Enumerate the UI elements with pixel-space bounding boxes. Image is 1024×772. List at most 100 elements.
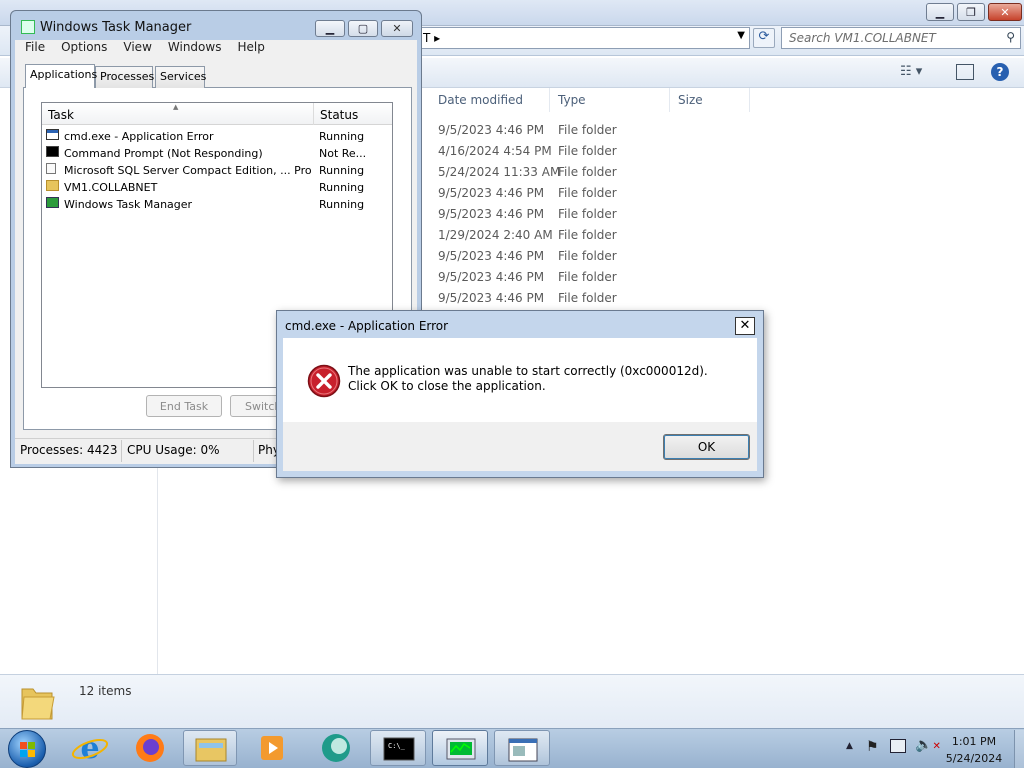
taskbar-firefox[interactable]	[124, 730, 176, 766]
column-size[interactable]: Size	[672, 88, 750, 112]
tab-applications[interactable]: Applications	[25, 64, 97, 88]
file-row[interactable]: 9/5/2023 4:46 PM File folder	[432, 204, 752, 225]
tab-services[interactable]: Services	[155, 66, 206, 88]
window-icon	[46, 129, 59, 140]
task-row[interactable]: cmd.exe - Application Error Running	[46, 129, 390, 146]
taskbar-task-manager[interactable]	[432, 730, 488, 766]
svg-text:C:\_: C:\_	[388, 742, 406, 750]
taskbar-media-player[interactable]	[245, 730, 299, 766]
task-row[interactable]: Microsoft SQL Server Compact Edition, ..…	[46, 163, 390, 180]
task-manager-icon	[46, 197, 59, 208]
search-input[interactable]: Search VM1.COLLABNET ⚲	[781, 27, 1021, 49]
dialog-title: cmd.exe - Application Error	[285, 319, 449, 333]
svg-text:e: e	[80, 731, 99, 766]
tab-processes[interactable]: Processes	[95, 66, 154, 88]
date-modified-cell: 5/24/2024 11:33 AM	[438, 165, 561, 179]
task-name: VM1.COLLABNET	[64, 181, 158, 194]
sort-arrow-icon: ▲	[173, 103, 179, 111]
taskbar-window[interactable]	[494, 730, 550, 766]
type-cell: File folder	[558, 123, 617, 137]
menu-view[interactable]: View	[123, 40, 151, 54]
network-icon[interactable]	[890, 739, 906, 753]
help-icon[interactable]: ?	[991, 63, 1009, 81]
item-count: 12 items	[79, 684, 132, 698]
task-status: Running	[319, 164, 365, 177]
type-cell: File folder	[558, 291, 617, 305]
task-row[interactable]: VM1.COLLABNET Running	[46, 180, 390, 197]
windows-logo-icon	[20, 742, 35, 757]
error-message: The application was unable to start corr…	[348, 364, 708, 393]
date-modified-cell: 9/5/2023 4:46 PM	[438, 270, 545, 284]
maximize-button[interactable]: ❐	[957, 3, 985, 21]
tm-minimize-button[interactable]: ▁	[315, 20, 345, 37]
clock-date: 5/24/2024	[945, 752, 1003, 765]
taskbar-cmd[interactable]: C:\_	[370, 730, 426, 766]
date-modified-cell: 9/5/2023 4:46 PM	[438, 207, 545, 221]
explorer-icon	[195, 738, 227, 762]
dialog-close-button[interactable]: ✕	[735, 317, 755, 335]
action-center-flag-icon[interactable]: ⚑	[866, 739, 879, 755]
date-modified-cell: 9/5/2023 4:46 PM	[438, 186, 545, 200]
task-row[interactable]: Windows Task Manager Running	[46, 197, 390, 214]
task-manager-title: Windows Task Manager	[40, 20, 192, 35]
chevron-down-icon[interactable]: ▼	[737, 30, 745, 41]
details-pane	[0, 674, 1024, 728]
file-row[interactable]: 5/24/2024 11:33 AM File folder	[432, 162, 752, 183]
file-row[interactable]: 1/29/2024 2:40 AM File folder	[432, 225, 752, 246]
menu-options[interactable]: Options	[61, 40, 107, 54]
internet-explorer-icon: e	[71, 731, 109, 766]
refresh-icon[interactable]: ⟳	[753, 28, 775, 48]
view-options-icon[interactable]: ☷ ▾	[900, 64, 940, 82]
task-status: Running	[319, 198, 365, 211]
search-icon[interactable]: ⚲	[1006, 30, 1015, 44]
taskbar-explorer[interactable]	[183, 730, 237, 766]
minimize-button[interactable]: ▁	[926, 3, 954, 21]
taskbar-ie[interactable]: e	[64, 730, 116, 766]
column-date-modified[interactable]: Date modified	[432, 88, 550, 112]
type-cell: File folder	[558, 186, 617, 200]
search-placeholder: Search VM1.COLLABNET	[789, 31, 936, 45]
end-task-button[interactable]: End Task	[146, 395, 222, 417]
processes-count: Processes: 4423	[20, 443, 118, 457]
task-row[interactable]: Command Prompt (Not Responding) Not Re...	[46, 146, 390, 163]
system-clock[interactable]: 1:01 PM 5/24/2024	[940, 733, 1008, 767]
media-player-icon	[261, 736, 283, 760]
start-orb[interactable]	[8, 730, 46, 768]
file-row[interactable]: 9/5/2023 4:46 PM File folder	[432, 120, 752, 141]
tm-maximize-button[interactable]: ▢	[348, 20, 378, 37]
window-icon	[508, 738, 538, 762]
error-icon	[307, 364, 341, 398]
show-desktop-button[interactable]	[1014, 730, 1024, 768]
date-modified-cell: 1/29/2024 2:40 AM	[438, 228, 553, 242]
cmd-icon: C:\_	[383, 737, 415, 761]
preview-pane-icon[interactable]	[956, 64, 974, 80]
breadcrumb[interactable]: T ▸	[423, 31, 440, 45]
column-status[interactable]: Status	[314, 103, 392, 125]
menu-help[interactable]: Help	[237, 40, 264, 54]
status-separator	[253, 440, 254, 462]
type-cell: File folder	[558, 249, 617, 263]
column-type[interactable]: Type	[552, 88, 670, 112]
status-separator	[121, 440, 122, 462]
cmd-icon	[46, 146, 59, 157]
menu-windows[interactable]: Windows	[168, 40, 222, 54]
task-manager-icon	[446, 738, 476, 760]
task-name: Windows Task Manager	[64, 198, 193, 211]
file-row[interactable]: 9/5/2023 4:46 PM File folder	[432, 183, 752, 204]
tm-close-button[interactable]: ✕	[381, 20, 413, 37]
file-row[interactable]: 4/16/2024 4:54 PM File folder	[432, 141, 752, 162]
task-manager-menubar: File Options View Windows Help	[15, 40, 417, 60]
file-row[interactable]: 9/5/2023 4:46 PM File folder	[432, 246, 752, 267]
volume-muted-icon[interactable]: 🔈✕	[915, 737, 941, 753]
taskbar-app[interactable]	[308, 730, 364, 766]
type-cell: File folder	[558, 165, 617, 179]
ok-button[interactable]: OK	[663, 434, 750, 460]
menu-file[interactable]: File	[25, 40, 45, 54]
file-row[interactable]: 9/5/2023 4:46 PM File folder	[432, 267, 752, 288]
task-status: Not Re...	[319, 147, 367, 160]
close-button[interactable]: ✕	[988, 3, 1022, 21]
type-cell: File folder	[558, 270, 617, 284]
address-bar[interactable]: T ▸ ▼	[420, 27, 750, 49]
file-row[interactable]: 9/5/2023 4:46 PM File folder	[432, 288, 752, 309]
show-hidden-icons-button[interactable]: ▲	[846, 741, 853, 751]
